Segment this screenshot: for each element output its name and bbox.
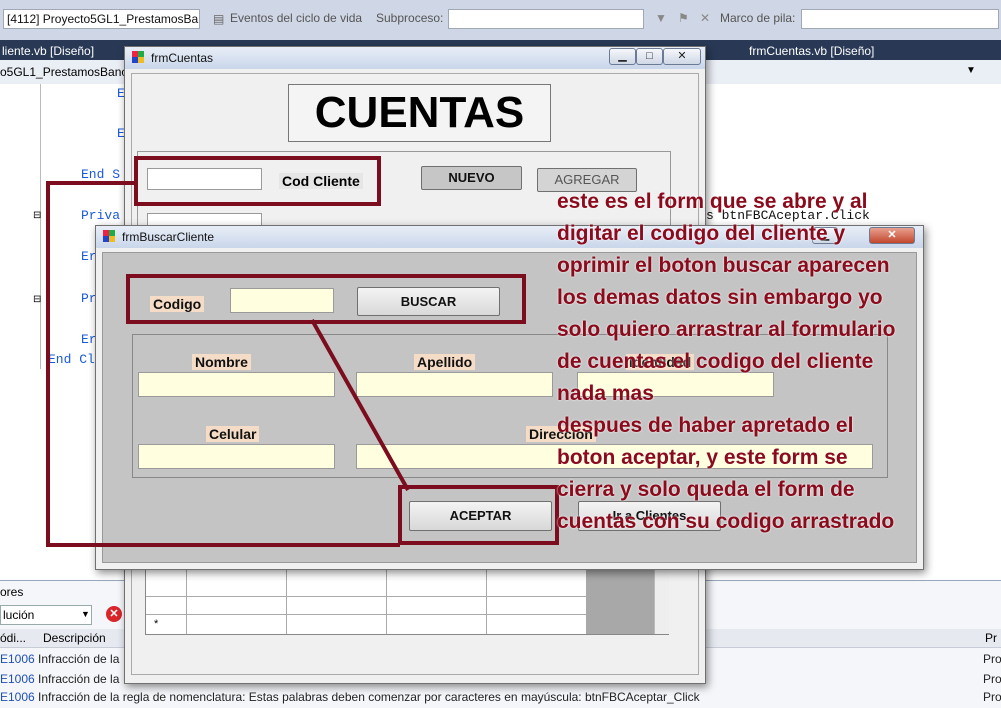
code-line: End S [81, 167, 121, 182]
cuentas-header: CUENTAS [288, 84, 551, 142]
grid-line [146, 596, 586, 597]
annotation-line: nada mas [557, 382, 654, 405]
grid-line [146, 614, 586, 615]
form-icon [103, 230, 115, 242]
panel-title: ores [0, 585, 24, 599]
annotation-line: los demas datos sin embargo yo [557, 286, 883, 309]
error-row[interactable]: E1006 Infracción de la regla de nomencla… [0, 687, 1001, 707]
col-code[interactable]: ódi... [0, 631, 26, 645]
ide-toolbar: [4112] Proyecto5GL1_PrestamosBa ▤ Evento… [0, 0, 1001, 41]
connector-line [46, 181, 50, 547]
connector-line [46, 181, 136, 185]
clear-flag-icon[interactable]: ✕ [700, 11, 710, 25]
chevron-down-icon[interactable]: ▼ [966, 65, 976, 76]
collapse-icon[interactable]: ⊟ [33, 294, 41, 305]
col-project[interactable]: Pr [985, 631, 997, 645]
code-line: Priva [81, 208, 121, 223]
annotation-line: despues de haber apretado el [557, 414, 854, 437]
annotation-line: boton aceptar, y este form se [557, 446, 848, 469]
annotation-line: este es el form que se abre y al [557, 190, 868, 213]
stackframe-label: Marco de pila: [720, 11, 796, 25]
grid-line [286, 564, 287, 634]
maximize-button[interactable]: □ [636, 48, 663, 65]
annotation-line: digitar el codigo del cliente y [557, 222, 846, 245]
filter-icon[interactable]: ▼ [655, 11, 667, 25]
form-icon [132, 51, 144, 63]
annotation-line: cuentas con su codigo arrastrado [557, 510, 895, 533]
minimize-button[interactable]: ▁ [609, 48, 636, 65]
project-dropdown[interactable]: o5GL1_PrestamosBanca [0, 65, 134, 79]
celular-label: Celular [206, 426, 260, 442]
subprocess-combo[interactable] [448, 9, 644, 29]
annotation-line: solo quiero arrastrar al formulario [557, 318, 896, 341]
highlight-aceptar [398, 485, 559, 545]
accounts-grid[interactable]: * [145, 563, 669, 635]
annotation-line: de cuentas el codigo del cliente [557, 350, 874, 373]
annotation-text: este es el form que se abre y al digitar… [557, 186, 997, 538]
grid-line [186, 564, 187, 634]
error-filter-icon[interactable]: ✕ [106, 606, 122, 622]
col-description[interactable]: Descripción [43, 631, 106, 645]
tab-cliente-designer[interactable]: liente.vb [Diseño] [0, 42, 100, 60]
apellido-label: Apellido [414, 354, 476, 370]
grid-scrollbar[interactable] [654, 564, 669, 634]
nuevo-button[interactable]: NUEVO [421, 166, 522, 190]
nombre-label: Nombre [192, 354, 251, 370]
process-combo[interactable]: [4112] Proyecto5GL1_PrestamosBa [3, 9, 200, 29]
grid-line [486, 564, 487, 634]
thread-flag-icon[interactable]: ⚑ [678, 11, 689, 25]
subprocess-label: Subproceso: [376, 11, 444, 25]
stackframe-combo[interactable] [801, 9, 999, 29]
window-title: frmBuscarCliente [122, 230, 215, 244]
title-bar[interactable]: frmCuentas ▁ □ ✕ [125, 47, 705, 69]
lifecycle-events-label[interactable]: Eventos del ciclo de vida [230, 11, 362, 25]
collapse-icon[interactable]: ⊟ [33, 210, 41, 221]
scope-dropdown[interactable]: lución ▼ [0, 605, 92, 625]
connector-diagonal [310, 319, 410, 491]
grid-line [386, 564, 387, 634]
grid-empty-area [586, 564, 654, 634]
connector-line [46, 543, 400, 547]
highlight-cod-cliente [134, 156, 381, 206]
margin-divider [40, 84, 41, 369]
new-row-icon: * [154, 618, 159, 630]
code-line: End Cl [48, 352, 95, 367]
window-title: frmCuentas [151, 51, 214, 65]
annotation-line: oprimir el boton buscar aparecen [557, 254, 890, 277]
funnel-icon[interactable]: ▤ [213, 12, 224, 26]
chevron-down-icon: ▼ [81, 609, 90, 619]
tab-frmcuentas-designer[interactable]: frmCuentas.vb [Diseño] [743, 42, 880, 60]
close-button[interactable]: ✕ [663, 48, 701, 65]
annotation-line: cierra y solo queda el form de [557, 478, 855, 501]
